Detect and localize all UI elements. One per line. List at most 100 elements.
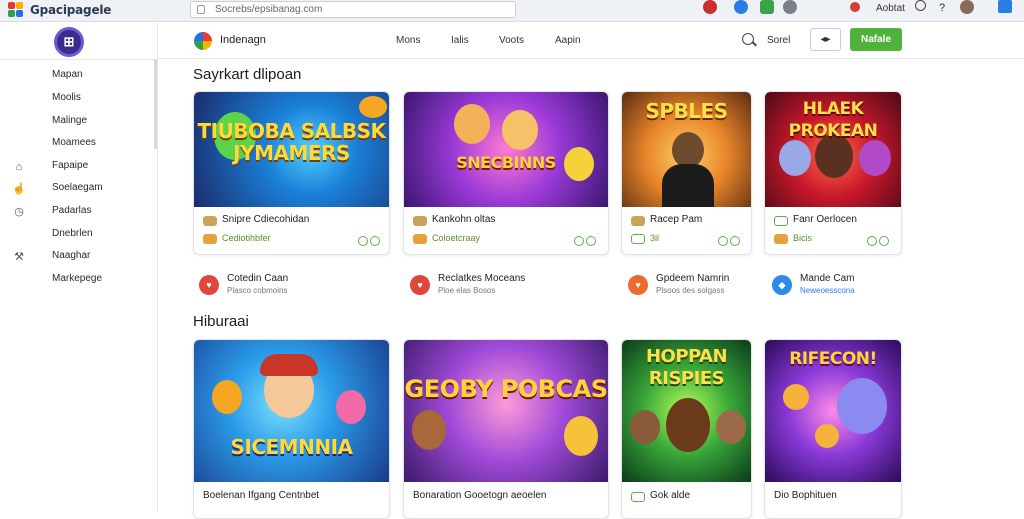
avatar[interactable] [960, 0, 974, 14]
window-icon[interactable] [998, 0, 1012, 13]
sidebar-logo[interactable]: ⊞ [54, 27, 84, 57]
game-thumbnail: SPBLES [622, 92, 751, 207]
game-card[interactable]: GEOBY POBCAS Bonaration Gooetogn aeoelen [403, 339, 609, 519]
sidebar-item-10[interactable]: Markepege [52, 273, 102, 284]
character-art [502, 110, 538, 150]
install-toggle[interactable] [867, 236, 891, 246]
nav-item-3[interactable]: Voots [499, 35, 524, 46]
game-card[interactable]: SNECBINNS Kankohn oltas Coloetcraay [403, 91, 609, 255]
address-bar[interactable]: Socrebs/epsibanag.com [190, 1, 516, 18]
sidebar-divider [0, 59, 158, 60]
game-card[interactable]: TIUBOBA SALBSK JYMAMERS Snipre Cdiecohid… [193, 91, 390, 255]
section-title: Sayrkart dlipoan [193, 66, 302, 83]
browser-top-bar: Gpacipagele Socrebs/epsibanag.com Aobtat… [0, 0, 1024, 22]
search-icon[interactable] [915, 0, 926, 11]
help-icon[interactable]: ? [939, 2, 945, 14]
sidebar-item-3[interactable]: Malinge [52, 115, 87, 126]
coin-art [815, 424, 839, 448]
install-toggle[interactable] [358, 236, 382, 246]
nav-item-1[interactable]: Mons [396, 35, 420, 46]
thumbnail-title: SPBLES [645, 99, 728, 123]
developer-item[interactable]: ♥ Gpdeem Namrin Plsoos des solgass [628, 273, 758, 299]
card-title: Kankohn oltas [432, 214, 496, 225]
developer-subtitle: Neweoesscona [800, 286, 855, 295]
developer-logo-icon: ♥ [199, 275, 219, 295]
sidebar-scrollbar[interactable] [154, 59, 157, 149]
game-thumbnail: SICEMNNIA [194, 340, 389, 482]
sidebar-item-2[interactable]: Moolis [52, 92, 81, 103]
record-icon[interactable] [703, 0, 717, 14]
game-thumbnail: SNECBINNS [404, 92, 608, 207]
switch-view-button[interactable]: ◂▸ [810, 28, 841, 51]
profile-dot-icon[interactable] [850, 2, 860, 12]
sidebar-item-5[interactable]: Fapaipe [52, 160, 88, 171]
category-icon [631, 492, 645, 502]
sidebar-logo-glyph: ⊞ [63, 34, 75, 49]
sidebar-item-6[interactable]: Soelaegam [52, 182, 103, 193]
developer-item[interactable]: ♥ Cotedin Caan Plasco cobmoins [199, 273, 379, 299]
developer-subtitle: Plsoos des solgass [656, 286, 725, 295]
card-title: Racep Pam [650, 214, 703, 225]
sidebar-item-8[interactable]: Dnebrlen [52, 228, 93, 239]
primary-action-button[interactable]: Nafale [850, 28, 902, 51]
person-art [672, 132, 704, 168]
developer-item[interactable]: ♥ Reclatkes Moceans Ploe elas Bosos [410, 273, 600, 299]
character-art [454, 104, 490, 144]
game-card[interactable]: HOPPAN RISPIES Gok alde [621, 339, 752, 519]
character-art [859, 140, 891, 176]
game-card[interactable]: RIFECON! Dio Bophituen [764, 339, 902, 519]
card-title: Dio Bophituen [774, 490, 837, 501]
developer-name: Cotedin Caan [227, 273, 289, 284]
nav-item-4[interactable]: Aapin [555, 35, 581, 46]
app-header: Indenagn Mons Ialis Voots Aapin Sorel ◂▸… [158, 23, 1024, 59]
brand[interactable]: Gpacipagele [8, 2, 111, 18]
shield-icon[interactable] [734, 0, 748, 14]
search-label[interactable]: Sorel [767, 35, 790, 46]
account-label[interactable]: Aobtat [876, 3, 905, 14]
sidebar-item-4[interactable]: Moamees [52, 137, 96, 148]
store-icon: ⌂ [15, 161, 23, 173]
extension-icon[interactable] [760, 0, 774, 14]
game-thumbnail: HLAEK PROKEAN [765, 92, 901, 207]
card-subtitle: 3il [650, 233, 660, 243]
section-title: Hiburaai [193, 313, 249, 330]
game-card[interactable]: SPBLES Racep Pam 3il [621, 91, 752, 255]
thumbnail-title: HOPPAN RISPIES [645, 346, 728, 389]
sidebar-item-7[interactable]: Padarlas [52, 205, 91, 216]
app-title[interactable]: Indenagn [220, 34, 266, 46]
character-art [336, 390, 366, 424]
rating-icon [774, 234, 788, 244]
card-subtitle: Bicis [793, 233, 813, 243]
game-thumbnail: TIUBOBA SALBSK JYMAMERS [194, 92, 389, 207]
character-art [212, 380, 242, 414]
notification-icon[interactable] [783, 0, 797, 14]
card-title: Fanr Oerlocen [793, 214, 857, 225]
card-title: Boelenan Ifgang Centnbet [203, 490, 320, 501]
nav-item-2[interactable]: Ialis [451, 35, 469, 46]
app-logo-icon [194, 32, 212, 50]
character-art [837, 378, 887, 434]
character-art [630, 410, 660, 444]
game-card[interactable]: SICEMNNIA Boelenan Ifgang Centnbet [193, 339, 390, 519]
sidebar-item-9[interactable]: Naaghar [52, 250, 90, 261]
coin-art [783, 384, 809, 410]
card-subtitle: Coloetcraay [432, 233, 481, 243]
character-art [412, 410, 446, 450]
game-card[interactable]: HLAEK PROKEAN Fanr Oerlocen Bicis [764, 91, 902, 255]
developer-logo-icon: ◆ [772, 275, 792, 295]
sidebar-item-1[interactable]: Mapan [52, 69, 83, 80]
thumbnail-title: HLAEK PROKEAN [788, 99, 878, 141]
character-art [779, 140, 811, 176]
clock-icon: ◷ [14, 206, 24, 218]
card-title: Snipre Cdiecohidan [222, 214, 310, 225]
character-art [564, 416, 598, 456]
developer-item[interactable]: ◆ Mande Cam Neweoesscona [772, 273, 902, 299]
character-art [716, 410, 746, 444]
install-toggle[interactable] [574, 236, 598, 246]
category-icon [203, 216, 217, 226]
install-toggle[interactable] [718, 236, 742, 246]
search-icon[interactable] [742, 33, 754, 45]
developer-logo-icon: ♥ [410, 275, 430, 295]
developer-subtitle: Plasco cobmoins [227, 286, 288, 295]
card-subtitle: Cediotihbfer [222, 233, 271, 243]
